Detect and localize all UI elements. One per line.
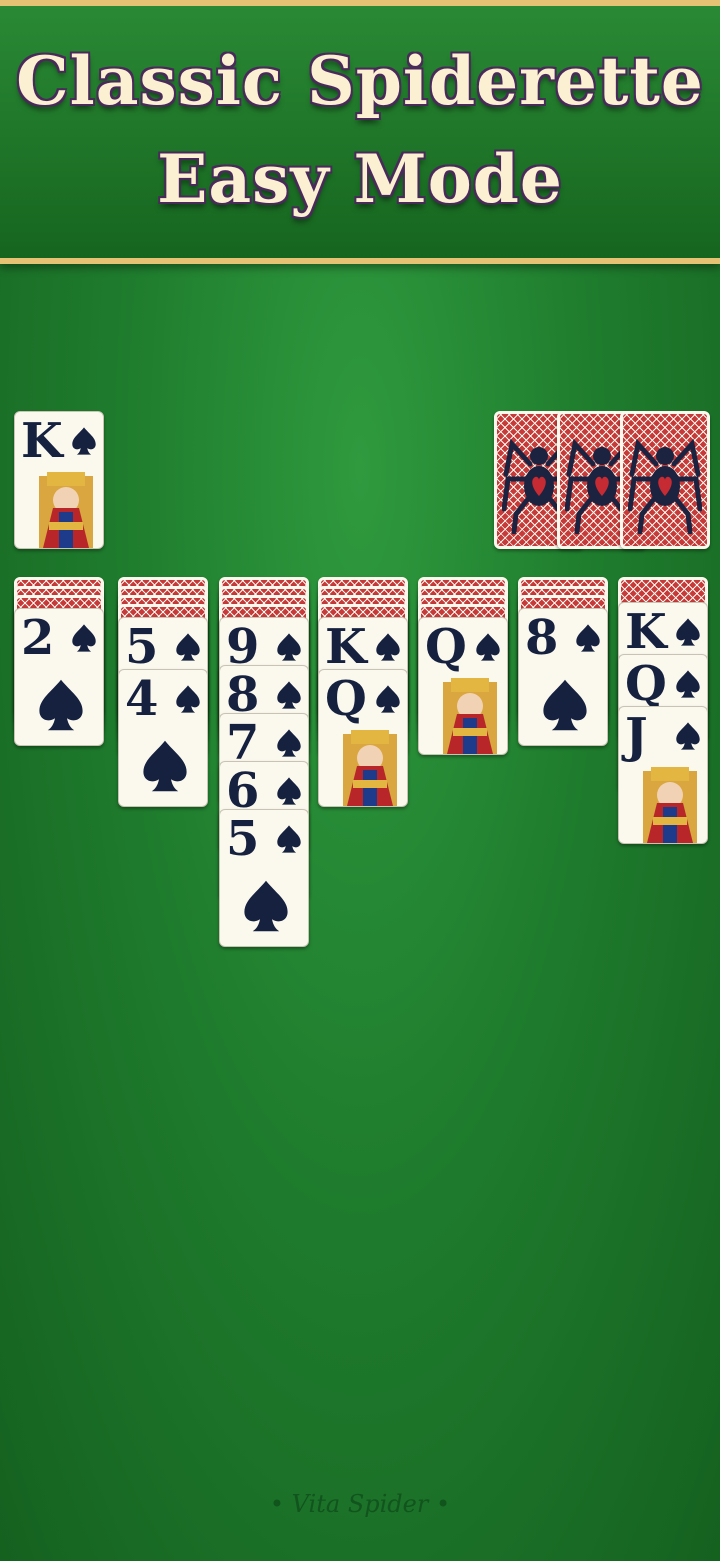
spade-icon — [242, 878, 290, 934]
spade-icon — [375, 684, 401, 714]
spade-icon — [175, 632, 201, 662]
spade-icon — [475, 632, 501, 662]
tableau-card[interactable]: Q — [318, 669, 408, 807]
card-rank: 5 — [226, 811, 260, 867]
footer-logo: • Vita Spider • — [269, 1490, 451, 1518]
spider-icon — [627, 424, 703, 535]
card-rank: Q — [625, 656, 667, 712]
card-rank: K — [21, 413, 63, 469]
card-rank: K — [325, 619, 367, 675]
spade-icon — [276, 728, 302, 758]
tableau-card[interactable]: 4 — [118, 669, 208, 807]
spade-icon — [276, 776, 302, 806]
card-rank: K — [625, 604, 667, 660]
spade-icon — [71, 623, 97, 653]
card-rank: 4 — [125, 671, 159, 727]
title-banner: Classic Spiderette Easy Mode — [0, 0, 720, 264]
card-rank: J — [625, 708, 648, 764]
spade-icon — [575, 623, 601, 653]
tableau-card[interactable]: 2 — [14, 608, 104, 746]
spade-icon — [276, 632, 302, 662]
spade-icon — [276, 680, 302, 710]
card-rank: 2 — [21, 610, 55, 666]
court-figure — [29, 472, 103, 548]
spade-icon — [375, 632, 401, 662]
banner-gold-trim — [0, 0, 720, 6]
banner-title-line2: Easy Mode — [157, 140, 563, 218]
spade-icon — [71, 426, 97, 456]
court-figure — [633, 767, 707, 843]
tableau-card[interactable]: Q — [418, 617, 508, 755]
spade-icon — [675, 669, 701, 699]
spade-icon — [141, 738, 189, 794]
foundation-card[interactable]: K — [14, 411, 104, 549]
spade-icon — [175, 684, 201, 714]
card-rank: 8 — [525, 610, 559, 666]
spade-icon — [541, 677, 589, 733]
court-figure — [433, 678, 507, 754]
spade-icon — [37, 677, 85, 733]
spade-icon — [276, 824, 302, 854]
tableau-card[interactable]: J — [618, 706, 708, 844]
spade-icon — [675, 617, 701, 647]
banner-title-line1: Classic Spiderette — [16, 42, 704, 120]
card-rank: Q — [425, 619, 467, 675]
court-figure — [333, 730, 407, 806]
tableau-card[interactable]: 5 — [219, 809, 309, 947]
card-rank: Q — [325, 671, 367, 727]
card-rank: 5 — [125, 619, 159, 675]
tableau-card[interactable]: 8 — [518, 608, 608, 746]
stock-pile[interactable] — [620, 411, 710, 549]
spade-icon — [675, 721, 701, 751]
